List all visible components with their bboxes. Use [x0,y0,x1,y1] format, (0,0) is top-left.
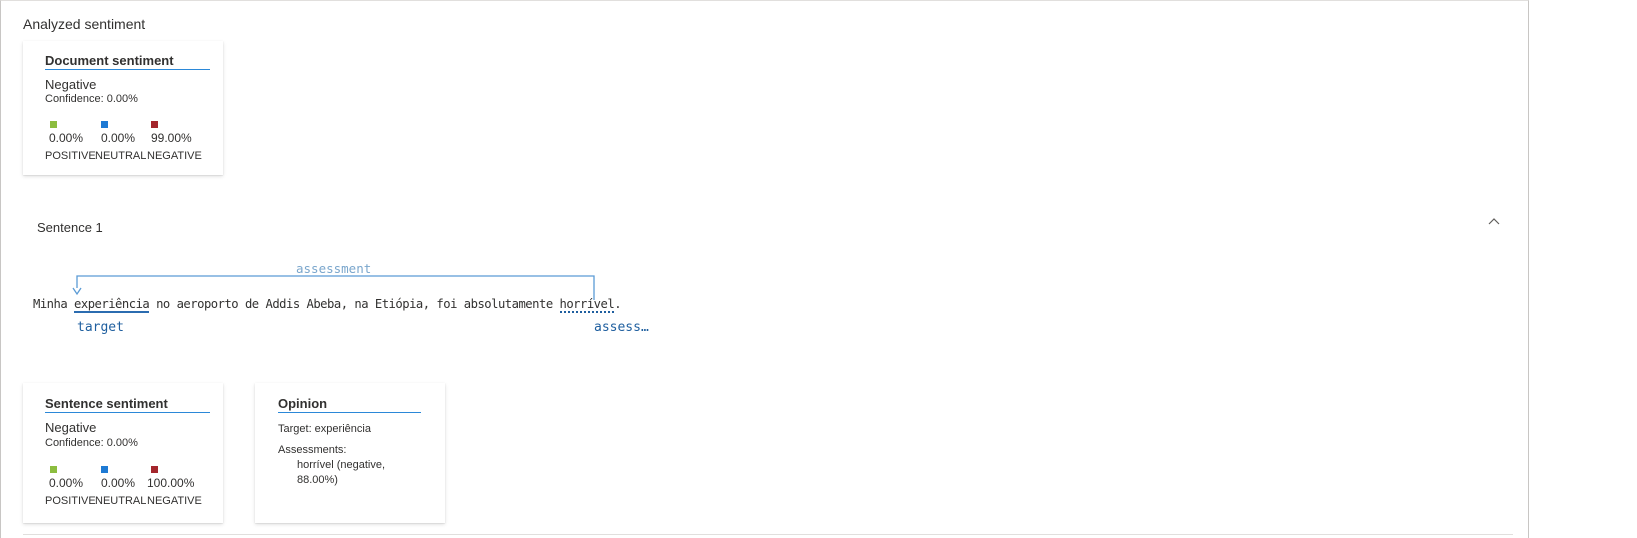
sentiment-label: Negative [45,420,97,435]
neutral-swatch [101,466,108,473]
neutral-value: 0.00% [101,131,136,145]
neutral-label: NEUTRAL [95,150,147,162]
sentence-header[interactable]: Sentence 1 [37,220,103,235]
text-before: Minha [33,297,75,311]
positive-value: 0.00% [49,476,84,490]
chevron-up-icon[interactable] [1484,215,1504,229]
positive-swatch [50,466,57,473]
positive-label: POSITIVE [45,495,96,507]
opinion-target: Target: experiência [278,423,371,435]
neutral-value: 0.00% [101,476,136,490]
positive-label: POSITIVE [45,150,96,162]
positive-swatch [50,121,57,128]
sentence-sentiment-card: Sentence sentiment Negative Confidence: … [23,383,223,523]
assessment-item: horrível (negative, [297,459,386,471]
assessments-label: Assessments: [278,444,347,456]
sentence-text: Minha experiência no aeroporto de Addis … [33,297,622,313]
text-after: . [614,297,622,311]
card-title: Opinion [278,396,421,413]
negative-value: 99.00% [151,131,192,145]
positive-value: 0.00% [49,131,84,145]
relation-label: assessment [296,261,372,276]
divider [23,534,1513,535]
neutral-swatch [101,121,108,128]
target-token[interactable]: experiência [74,297,150,313]
card-title: Sentence sentiment [45,396,210,413]
analyzed-sentiment-panel: Analyzed sentiment Document sentiment Ne… [0,0,1529,538]
confidence-text: Confidence: 0.00% [45,93,138,105]
assessment-token[interactable]: horrível [559,297,615,313]
document-sentiment-card: Document sentiment Negative Confidence: … [23,41,223,175]
confidence-text: Confidence: 0.00% [45,437,138,449]
negative-label: NEGATIVE [147,495,202,507]
relation-arc [72,275,595,300]
text-middle: no aeroporto de Addis Abeba, na Etiópia,… [149,297,560,311]
assessment-tag: assess… [594,320,649,335]
section-title: Analyzed sentiment [23,16,146,32]
opinion-card: Opinion Target: experiência Assessments:… [255,383,445,523]
negative-swatch [151,466,158,473]
target-tag: target [77,320,124,335]
negative-value: 100.00% [147,476,195,490]
neutral-label: NEUTRAL [95,495,147,507]
negative-label: NEGATIVE [147,150,202,162]
negative-swatch [151,121,158,128]
card-title: Document sentiment [45,53,210,70]
assessment-item-confidence: 88.00%) [297,474,338,486]
sentiment-label: Negative [45,77,97,92]
